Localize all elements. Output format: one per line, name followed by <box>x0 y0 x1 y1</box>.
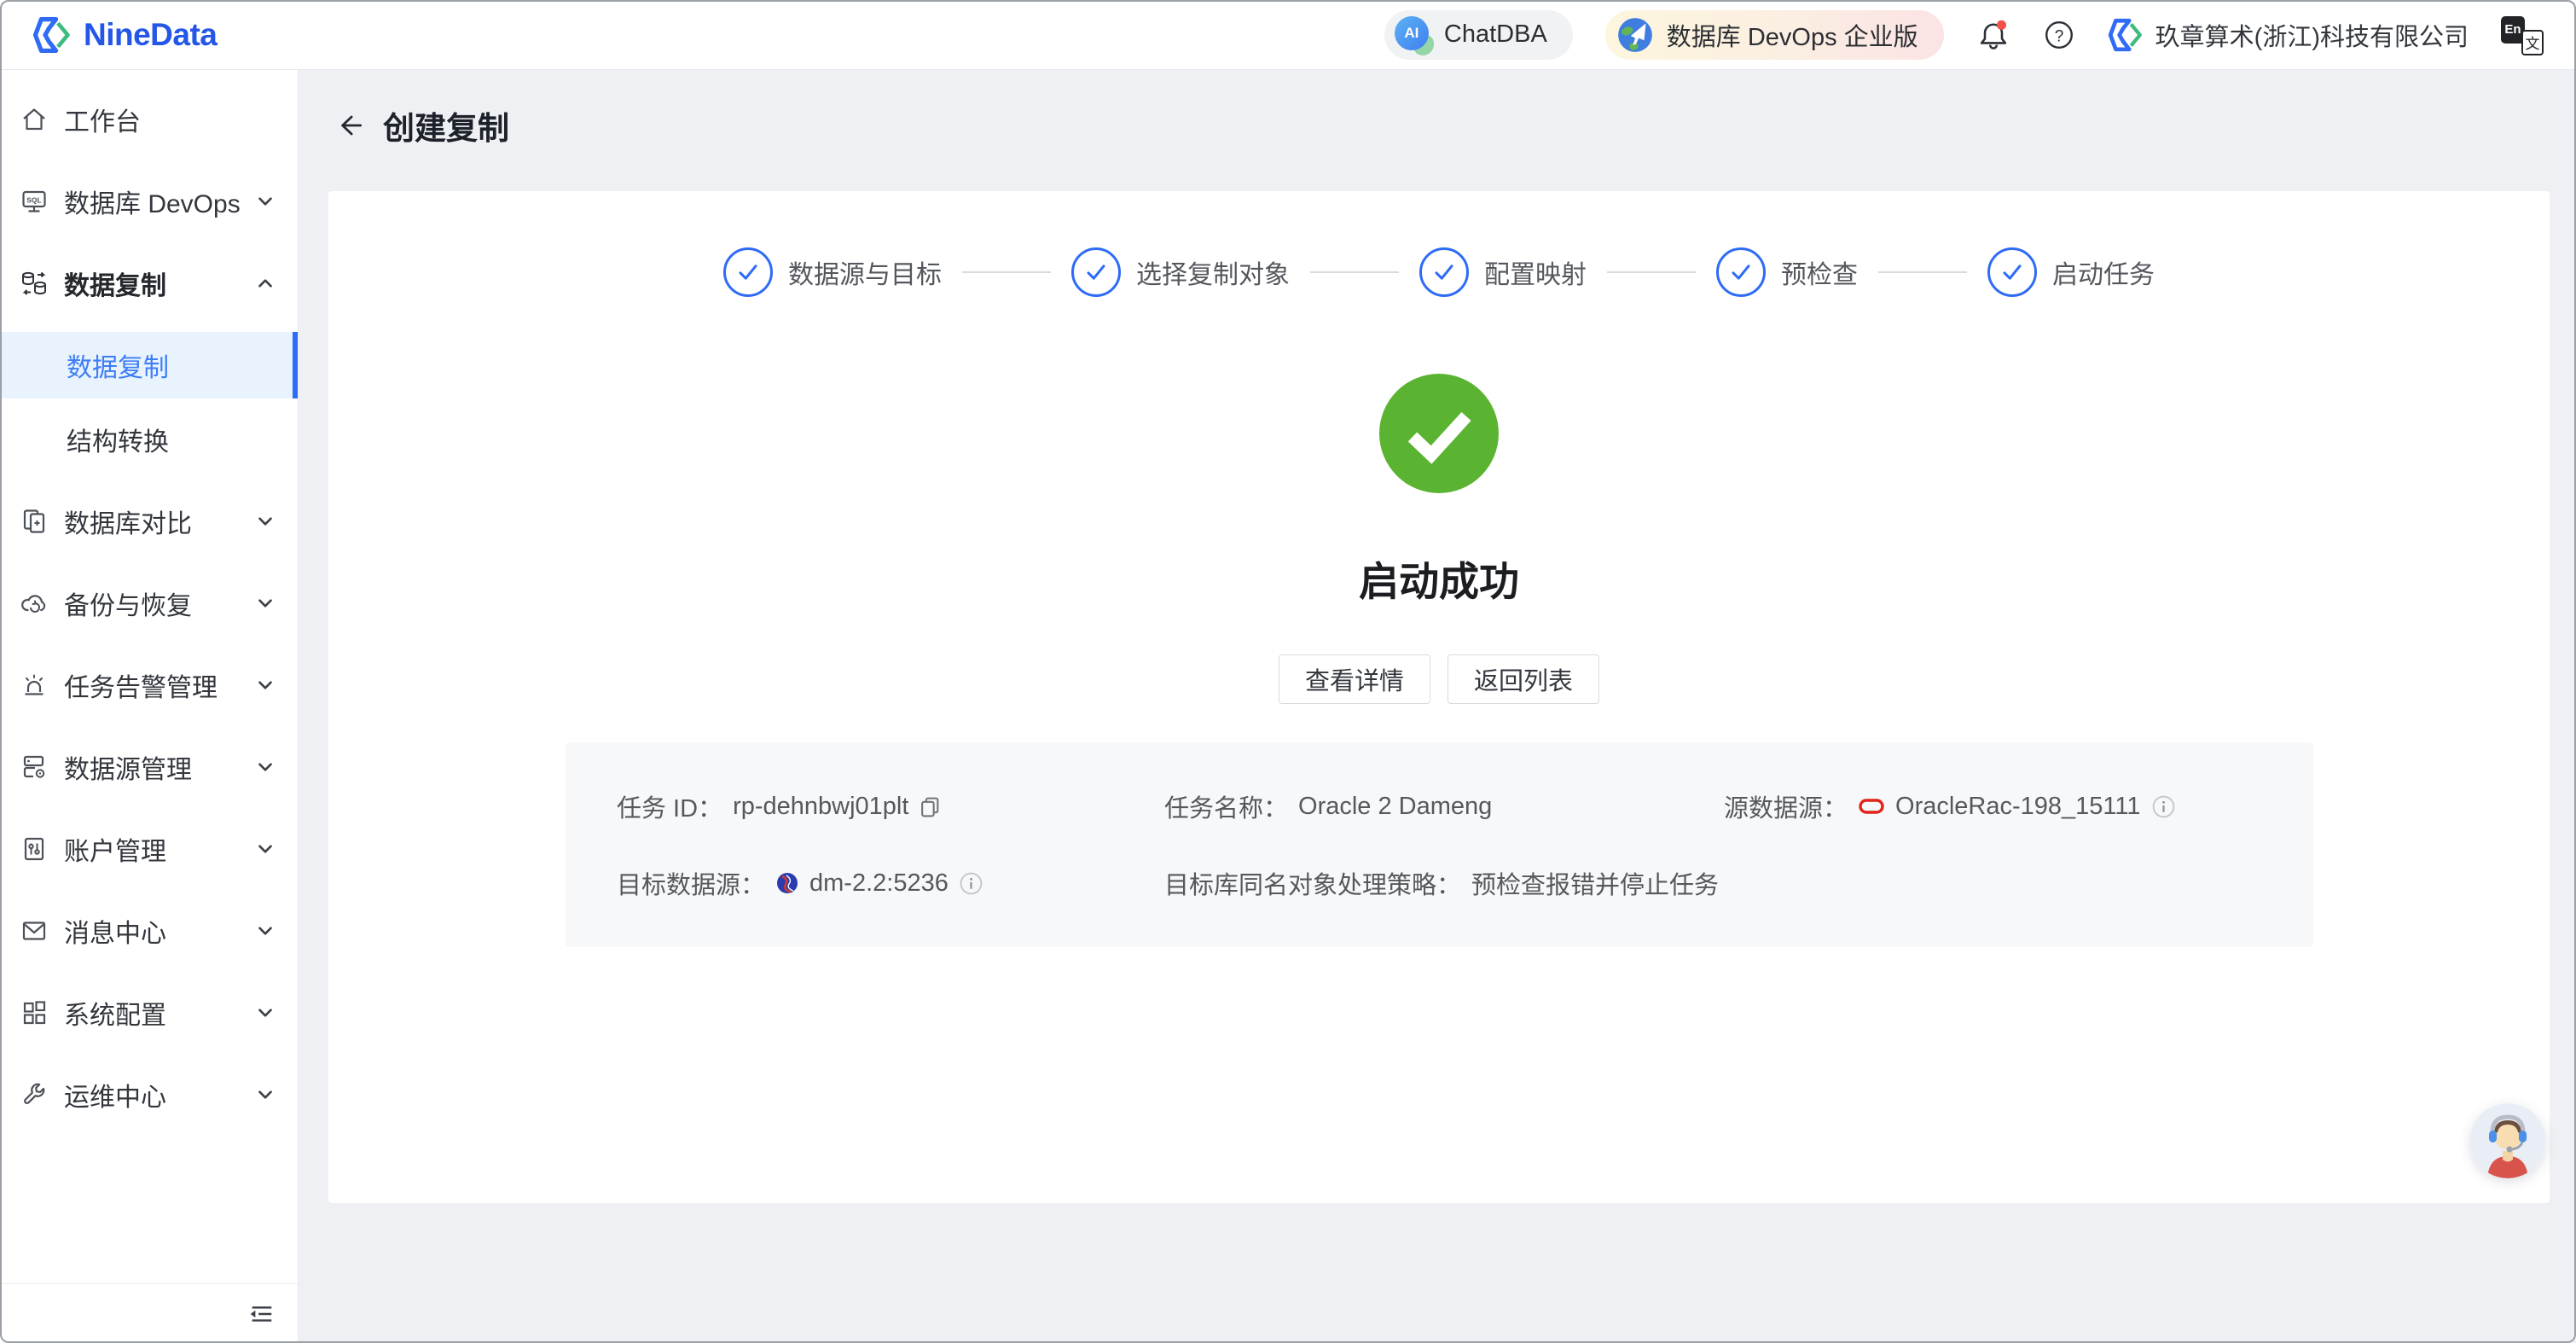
info-icon[interactable] <box>2151 794 2176 819</box>
step-check-icon <box>1716 247 1766 297</box>
bell-icon <box>1980 20 2006 49</box>
step-check-icon <box>1987 247 2037 297</box>
server-gear-icon <box>23 755 45 778</box>
chatdba-button[interactable]: AI ChatDBA <box>1384 9 1573 60</box>
brand-logo[interactable]: NineData <box>32 15 218 55</box>
step-check-icon <box>1071 247 1121 297</box>
success-title: 启动成功 <box>1359 559 1519 604</box>
task-summary-panel: 任务 ID： rp-dehnbwj01plt 任务名称： Oracle 2 Da… <box>566 742 2313 947</box>
sidebar-item-backup-restore[interactable]: 备份与恢复 <box>0 562 298 644</box>
ninedata-logo-icon <box>32 16 70 53</box>
svg-text:?: ? <box>2054 27 2063 45</box>
chevron-down-icon <box>258 681 272 689</box>
arrow-left-icon <box>341 115 363 136</box>
alarm-siren-icon <box>25 674 44 695</box>
mail-icon <box>22 921 46 940</box>
brand-name: NineData <box>84 16 218 52</box>
notification-bell-button[interactable] <box>1976 18 2010 52</box>
success-check-icon <box>1379 374 1499 493</box>
back-to-list-button[interactable]: 返回列表 <box>1448 654 1600 704</box>
step-connector <box>1310 271 1399 273</box>
compare-docs-icon <box>23 509 45 533</box>
sidebar-subitem-data-replication[interactable]: 数据复制 <box>0 332 298 398</box>
wizard-card: 数据源与目标 选择复制对象 配置映射 预检查 启动任务 启动成功 查看详情 返回… <box>328 191 2550 1203</box>
stepper: 数据源与目标 选择复制对象 配置映射 预检查 启动任务 <box>328 247 2550 297</box>
chatdba-label: ChatDBA <box>1443 20 1547 48</box>
summary-conflict-strategy: 目标库同名对象处理策略： 预检查报错并停止任务 <box>1164 872 1720 899</box>
step-precheck: 预检查 <box>1716 247 1858 297</box>
chevron-down-icon <box>258 763 272 771</box>
chevron-down-icon <box>258 197 272 206</box>
home-icon <box>23 108 45 131</box>
step-connector <box>962 271 1051 273</box>
main-content: 创建复制 数据源与目标 选择复制对象 配置映射 预检查 启动任务 启动成功 查看… <box>299 70 2576 1343</box>
summary-target-datasource: 目标数据源： dm-2.2:5236 <box>617 865 1164 901</box>
summary-task-id: 任务 ID： rp-dehnbwj01plt <box>617 788 1164 824</box>
sidebar-item-system-config[interactable]: 系统配置 <box>0 972 298 1054</box>
sidebar-item-datasource[interactable]: 数据源管理 <box>0 726 298 808</box>
info-icon[interactable] <box>959 871 983 896</box>
step-launch-task: 启动任务 <box>1987 247 2155 297</box>
language-switch-button[interactable]: En 文 <box>2501 15 2544 55</box>
summary-task-name: 任务名称： Oracle 2 Dameng <box>1164 792 1493 823</box>
step-check-icon <box>1419 247 1469 297</box>
account-settings-icon <box>24 837 44 861</box>
chevron-down-icon <box>258 599 272 608</box>
step-connector <box>1878 271 1967 273</box>
edition-pill[interactable]: 数据库 DevOps 企业版 <box>1604 9 1944 60</box>
chevron-down-icon <box>258 1090 272 1099</box>
step-source-target: 数据源与目标 <box>723 247 942 297</box>
sidebar: 工作台 SQL 数据库 DevOps 数据复制 数据复制 结构转换 数据库对比 … <box>0 70 299 1343</box>
page-head: 创建复制 <box>334 102 509 148</box>
sidebar-item-task-alert[interactable]: 任务告警管理 <box>0 644 298 726</box>
sidebar-item-account[interactable]: 账户管理 <box>0 808 298 890</box>
grid-icon <box>23 1001 46 1025</box>
sidebar-item-database-compare[interactable]: 数据库对比 <box>0 480 298 562</box>
sql-console-icon: SQL <box>22 190 46 212</box>
question-circle-icon: ? <box>2045 20 2073 49</box>
chevron-up-icon <box>258 279 272 288</box>
globe-plane-icon <box>1617 17 1652 52</box>
replication-icon <box>22 271 46 295</box>
dameng-icon <box>775 871 799 895</box>
sidebar-item-ops-center[interactable]: 运维中心 <box>0 1054 298 1136</box>
cloud-backup-icon <box>21 595 46 613</box>
result-actions: 查看详情 返回列表 <box>1278 654 1600 704</box>
step-configure-mapping: 配置映射 <box>1419 247 1587 297</box>
summary-source-datasource: 源数据源： OracleRac-198_15111 <box>1724 788 2279 824</box>
step-select-objects: 选择复制对象 <box>1071 247 1290 297</box>
sidebar-subitem-structure-conversion[interactable]: 结构转换 <box>0 406 298 473</box>
back-button[interactable] <box>334 109 366 142</box>
wrench-icon <box>24 1083 45 1105</box>
help-button[interactable]: ? <box>2043 19 2075 51</box>
ninedata-mark-icon <box>2108 18 2142 51</box>
chevron-down-icon <box>258 845 272 853</box>
account-menu[interactable]: 玖章算术(浙江)科技有限公司 <box>2108 17 2469 53</box>
top-header: NineData AI ChatDBA 数据库 DevOps 企业版 ? 玖章算… <box>0 0 2576 70</box>
oracle-icon <box>1858 798 1885 815</box>
result-block: 启动成功 查看详情 返回列表 <box>328 374 2550 704</box>
customer-support-avatar[interactable] <box>2470 1103 2545 1178</box>
company-name: 玖章算术(浙江)科技有限公司 <box>2155 23 2469 51</box>
menu-fold-icon <box>250 1305 272 1322</box>
collapse-sidebar-button[interactable] <box>247 1299 276 1328</box>
sidebar-footer <box>0 1283 298 1343</box>
chevron-down-icon <box>258 927 272 935</box>
page-title: 创建复制 <box>383 111 509 146</box>
sidebar-item-workbench[interactable]: 工作台 <box>0 78 298 160</box>
translate-zh-icon: 文 <box>2521 29 2544 55</box>
sidebar-item-data-replication[interactable]: 数据复制 <box>0 242 298 324</box>
sidebar-item-database-devops[interactable]: SQL 数据库 DevOps <box>0 160 298 242</box>
edition-label: 数据库 DevOps 企业版 <box>1666 23 1918 51</box>
step-check-icon <box>723 247 773 297</box>
view-details-button[interactable]: 查看详情 <box>1278 654 1430 704</box>
chevron-down-icon <box>258 1009 272 1017</box>
step-connector <box>1607 271 1696 273</box>
ai-icon: AI <box>1394 15 1434 55</box>
sidebar-item-message-center[interactable]: 消息中心 <box>0 890 298 972</box>
copy-icon[interactable] <box>919 795 942 818</box>
chevron-down-icon <box>258 517 272 526</box>
svg-text:SQL: SQL <box>26 196 41 205</box>
